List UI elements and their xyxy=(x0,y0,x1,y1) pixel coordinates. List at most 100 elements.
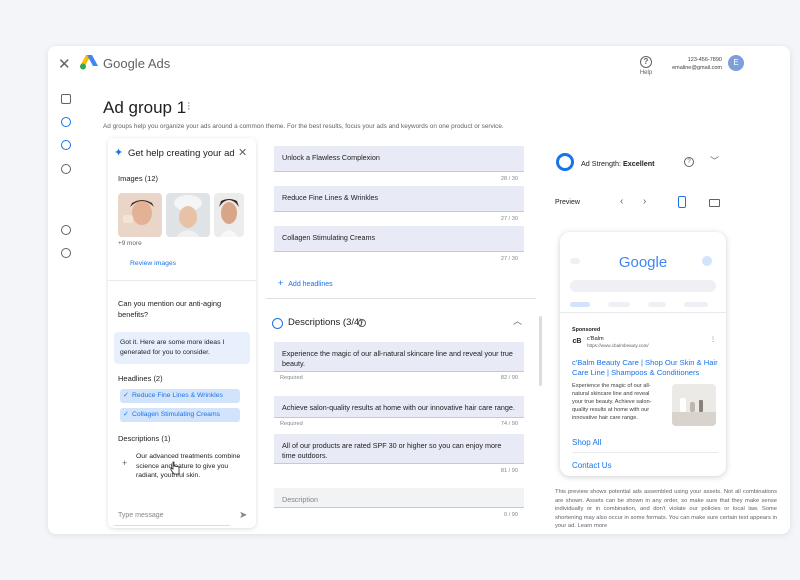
headline-suggestion-text: Collagen Stimulating Creams xyxy=(132,411,221,418)
images-label: Images (12) xyxy=(118,174,159,183)
chevron-left-icon[interactable]: ‹ xyxy=(620,196,623,207)
description-input[interactable]: Description xyxy=(274,488,524,508)
help-icon[interactable]: ? xyxy=(358,319,366,327)
divider xyxy=(572,452,718,453)
close-icon[interactable]: ✕ xyxy=(238,146,247,159)
brand-name: Google Ads xyxy=(103,56,171,71)
preview-label: Preview xyxy=(555,199,580,206)
headline-field[interactable]: Collagen Stimulating Creams xyxy=(274,226,524,252)
char-counter: 0 / 90 xyxy=(504,512,518,518)
more-vert-icon[interactable]: · · · xyxy=(187,98,191,115)
desktop-device-icon[interactable] xyxy=(709,199,720,207)
assistant-reply: Got it. Here are some more ideas I gener… xyxy=(114,332,250,364)
search-tab xyxy=(684,302,708,307)
google-ads-logo-icon xyxy=(80,55,98,70)
char-counter: 81 / 90 xyxy=(500,468,518,474)
preview-disclaimer: This preview shows potential ads assembl… xyxy=(555,489,777,529)
ad-headline[interactable]: c'Balm Beauty Care | Shop Our Skin & Hai… xyxy=(572,358,718,378)
page-title: Ad group 1 xyxy=(103,98,187,117)
ad-description: Experience the magic of our all-natural … xyxy=(572,383,652,421)
required-label: Required xyxy=(280,375,303,381)
search-tab xyxy=(570,302,590,307)
hand-cursor-icon xyxy=(170,461,180,475)
help-icon: ? xyxy=(640,56,652,68)
add-icon[interactable]: + xyxy=(122,458,127,468)
help-icon[interactable]: ? xyxy=(684,157,694,167)
circle-icon[interactable] xyxy=(61,164,71,174)
image-thumbnail[interactable] xyxy=(214,193,244,237)
add-headlines-label: Add headlines xyxy=(288,281,333,288)
send-icon[interactable]: ➤ xyxy=(239,510,247,521)
asset-editor: Unlock a Flawless Complexion 28 / 30 Red… xyxy=(266,138,538,534)
advertiser-url: https://www.cbalmbeauty.com/ xyxy=(587,343,649,348)
check-icon: ✓ xyxy=(123,392,129,399)
image-thumbnail[interactable] xyxy=(118,193,162,237)
char-counter: 27 / 30 xyxy=(500,256,518,262)
check-icon: ✓ xyxy=(123,411,129,418)
account-info[interactable]: 123-456-7890 emaline@gmail.com xyxy=(660,56,722,72)
search-tab xyxy=(648,302,666,307)
ad-strength: Ad Strength: Excellent xyxy=(581,159,655,168)
more-vert-icon[interactable]: ⋮ xyxy=(710,336,716,343)
add-headlines-button[interactable]: + Add headlines xyxy=(278,278,333,288)
chevron-right-icon[interactable]: › xyxy=(643,196,646,207)
google-ads-window: ✕ Google Ads ? Help 123-456-7890 emaline… xyxy=(48,46,790,534)
description-field[interactable]: Achieve salon-quality results at home wi… xyxy=(274,396,524,418)
check-circle-icon xyxy=(272,318,283,329)
advertiser-name: c'Balm xyxy=(587,336,604,342)
more-images-label: +9 more xyxy=(118,240,142,247)
check-circle-icon[interactable] xyxy=(61,117,71,127)
description-suggestion[interactable]: Our advanced treatments combine science … xyxy=(136,452,241,481)
char-counter: 28 / 30 xyxy=(500,176,518,182)
message-input[interactable]: Type message xyxy=(114,506,230,526)
description-field[interactable]: Experience the magic of our all-natural … xyxy=(274,342,524,372)
help-label: Help xyxy=(639,70,653,76)
image-icon[interactable] xyxy=(61,94,71,104)
assistant-panel: ✦ Get help creating your ad ✕ Images (12… xyxy=(108,138,256,528)
ad-strength-ring-icon xyxy=(556,153,574,171)
headline-suggestion-text: Reduce Fine Lines & Wrinkles xyxy=(132,392,223,399)
side-rail xyxy=(48,80,84,534)
review-images-link[interactable]: Review images xyxy=(130,260,176,267)
check-circle-icon[interactable] xyxy=(61,140,71,150)
char-counter: 27 / 30 xyxy=(500,216,518,222)
ad-image xyxy=(672,384,716,426)
descriptions-label: Descriptions (1) xyxy=(118,434,171,443)
top-bar: ✕ Google Ads ? Help 123-456-7890 emaline… xyxy=(48,46,790,80)
circle-icon[interactable] xyxy=(61,248,71,258)
account-phone: 123-456-7890 xyxy=(687,57,722,63)
user-message: Can you mention our anti-aging benefits? xyxy=(118,299,222,319)
mobile-preview: Google Sponsored cB c'Balm https://www.c… xyxy=(560,232,726,476)
avatar[interactable]: E xyxy=(728,55,744,71)
required-label: Required xyxy=(280,421,303,427)
char-counter: 82 / 90 xyxy=(500,375,518,381)
char-counter: 74 / 90 xyxy=(500,421,518,427)
assistant-title: Get help creating your ad xyxy=(128,148,235,159)
descriptions-section-title: Descriptions (3/4) xyxy=(288,317,363,328)
circle-icon[interactable] xyxy=(61,225,71,235)
page-subtitle: Ad groups help you organize your ads aro… xyxy=(103,123,504,130)
description-field[interactable]: All of our products are rated SPF 30 or … xyxy=(274,434,524,464)
add-icon: + xyxy=(278,278,284,288)
sparkle-icon: ✦ xyxy=(114,147,124,159)
close-icon[interactable]: ✕ xyxy=(58,55,71,73)
divider xyxy=(560,312,726,313)
message-bar: Type message ➤ xyxy=(108,504,256,528)
mobile-device-icon[interactable] xyxy=(678,196,686,208)
image-thumbnail[interactable] xyxy=(166,193,210,237)
headline-field[interactable]: Unlock a Flawless Complexion xyxy=(274,146,524,172)
headline-field[interactable]: Reduce Fine Lines & Wrinkles xyxy=(274,186,524,212)
sponsored-label: Sponsored xyxy=(572,327,601,333)
google-logo: Google xyxy=(560,254,726,271)
divider xyxy=(266,298,536,299)
scrollbar[interactable] xyxy=(539,316,542,386)
search-tab xyxy=(608,302,630,307)
sitelink-contact-us[interactable]: Contact Us xyxy=(572,461,612,470)
chevron-up-icon[interactable]: ︿ xyxy=(513,314,522,327)
search-box xyxy=(570,280,716,292)
sitelink-shop-all[interactable]: Shop All xyxy=(572,438,601,447)
headline-suggestion-chip[interactable]: ✓ Reduce Fine Lines & Wrinkles xyxy=(120,389,240,403)
headline-suggestion-chip[interactable]: ✓ Collagen Stimulating Creams xyxy=(120,408,240,422)
chevron-down-icon[interactable]: ﹀ xyxy=(710,154,719,167)
help-button[interactable]: ? Help xyxy=(634,51,658,76)
